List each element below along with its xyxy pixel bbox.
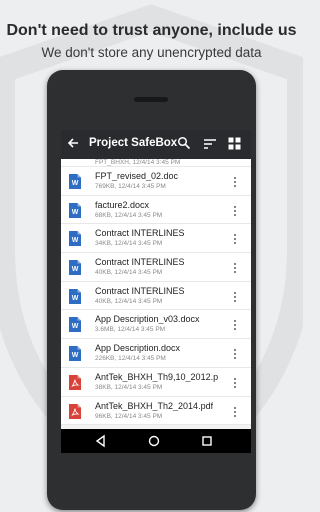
page-title: Project SafeBox (89, 137, 178, 149)
svg-text:W: W (72, 237, 79, 244)
android-navigation-bar (61, 429, 251, 453)
file-name: Contract INTERLINES (95, 285, 185, 296)
word-file-icon: W (69, 231, 81, 247)
file-meta: 68KB, 12/4/14 3:45 PM (95, 211, 163, 219)
app-screen: Project SafeBox WFPT_BHXH, 12/4/14 3:45 … (61, 130, 251, 429)
more-options-icon[interactable] (233, 291, 237, 303)
file-meta: 34KB, 12/4/14 3:45 PM (95, 240, 163, 248)
svg-text:W: W (72, 323, 79, 330)
file-list-item[interactable]: W App Description.docx 226KB, 12/4/14 3:45… (61, 339, 251, 368)
file-list-item[interactable]: AntTek_BHXH_Th2_2014.pdf 96KB, 12/4/14 3:… (61, 397, 251, 426)
svg-text:W: W (72, 295, 79, 302)
file-name: FPT_revised_02.doc (95, 171, 179, 181)
more-options-icon[interactable] (233, 176, 237, 188)
file-name: App Description_v03.docx (95, 314, 200, 325)
file-list: WFPT_BHXH, 12/4/14 3:45 PMWFPT_revised_0… (61, 159, 251, 426)
word-file-icon: W (69, 317, 81, 333)
file-meta: 96KB, 12/4/14 3:45 PM (95, 412, 163, 420)
back-triangle-icon[interactable] (94, 434, 108, 448)
file-list-item[interactable]: Wfacture2.docx 68KB, 12/4/14 3:45 PM (61, 196, 251, 225)
sort-icon[interactable] (203, 137, 217, 151)
phone-speaker (134, 97, 168, 102)
home-circle-icon[interactable] (147, 434, 161, 448)
file-list-item[interactable]: W Contract INTERLINES 40KB, 12/4/14 3:45 P… (61, 282, 251, 311)
promo-headline: Don't need to trust anyone, include us (6, 22, 297, 39)
file-name: AntTek_BHXH_Th2_2014.pdf (95, 400, 214, 411)
file-list-item[interactable]: W FPT_revised_02.doc 769KB, 12/4/14 3:45 P… (61, 167, 251, 196)
svg-text:W: W (72, 266, 79, 273)
file-list-item[interactable]: W App Description_v03.docx 3.6MB, 12/4/14 … (61, 310, 251, 340)
svg-text:W: W (72, 352, 79, 359)
word-file-icon: W (69, 202, 81, 218)
more-options-icon[interactable] (233, 406, 237, 418)
more-options-icon[interactable] (233, 319, 237, 331)
grid-view-icon[interactable] (228, 137, 241, 150)
svg-text:W: W (72, 180, 79, 187)
file-meta: 40KB, 12/4/14 3:45 PM (95, 297, 163, 305)
svg-text:W: W (72, 209, 79, 216)
more-options-icon[interactable] (233, 262, 237, 274)
more-options-icon[interactable] (233, 205, 237, 217)
file-name: facture2.docx (95, 199, 150, 210)
file-meta: 38KB, 12/4/14 3:45 PM (95, 383, 163, 391)
word-file-icon: W (69, 346, 81, 362)
file-name: AntTek_BHXH_Th9,10_2012.p (95, 371, 219, 382)
file-list-item[interactable]: W Contract INTERLINES 40KB, 12/4/14 3:45 P… (61, 253, 251, 282)
file-meta: 226KB, 12/4/14 3:45 PM (95, 355, 166, 363)
file-name: Contract INTERLINES (95, 228, 185, 239)
file-list-item[interactable]: WFPT_BHXH, 12/4/14 3:45 PM (61, 159, 251, 167)
file-name: Contract INTERLINES (95, 257, 185, 268)
word-file-icon: W (69, 260, 81, 276)
more-options-icon[interactable] (233, 377, 237, 389)
word-file-icon: W (69, 288, 81, 304)
file-list-item[interactable]: AntTek_BHXH_Th9,10_2012.p 38KB, 12/4/14 3… (61, 368, 251, 397)
recents-square-icon[interactable] (200, 434, 214, 448)
more-options-icon[interactable] (233, 348, 237, 360)
file-meta: 3.6MB, 12/4/14 3:45 PM (95, 326, 166, 334)
file-name: App Description.docx (95, 343, 181, 354)
pdf-file-icon (69, 374, 81, 390)
file-meta: 769KB, 12/4/14 3:45 PM (95, 183, 166, 190)
file-meta: 40KB, 12/4/14 3:45 PM (95, 269, 163, 277)
file-meta: FPT_BHXH, 12/4/14 3:45 PM (95, 159, 181, 166)
file-list-item[interactable]: W Contract INTERLINES 34KB, 12/4/14 3:45 P… (61, 224, 251, 254)
pdf-file-icon (69, 403, 81, 419)
word-file-icon: W (69, 174, 81, 189)
back-arrow-icon[interactable] (66, 136, 80, 150)
search-icon[interactable] (177, 136, 191, 150)
more-options-icon[interactable] (233, 233, 237, 245)
promo-subline: We don't store any unencrypted data (41, 45, 262, 60)
app-toolbar: Project SafeBox (61, 130, 251, 159)
